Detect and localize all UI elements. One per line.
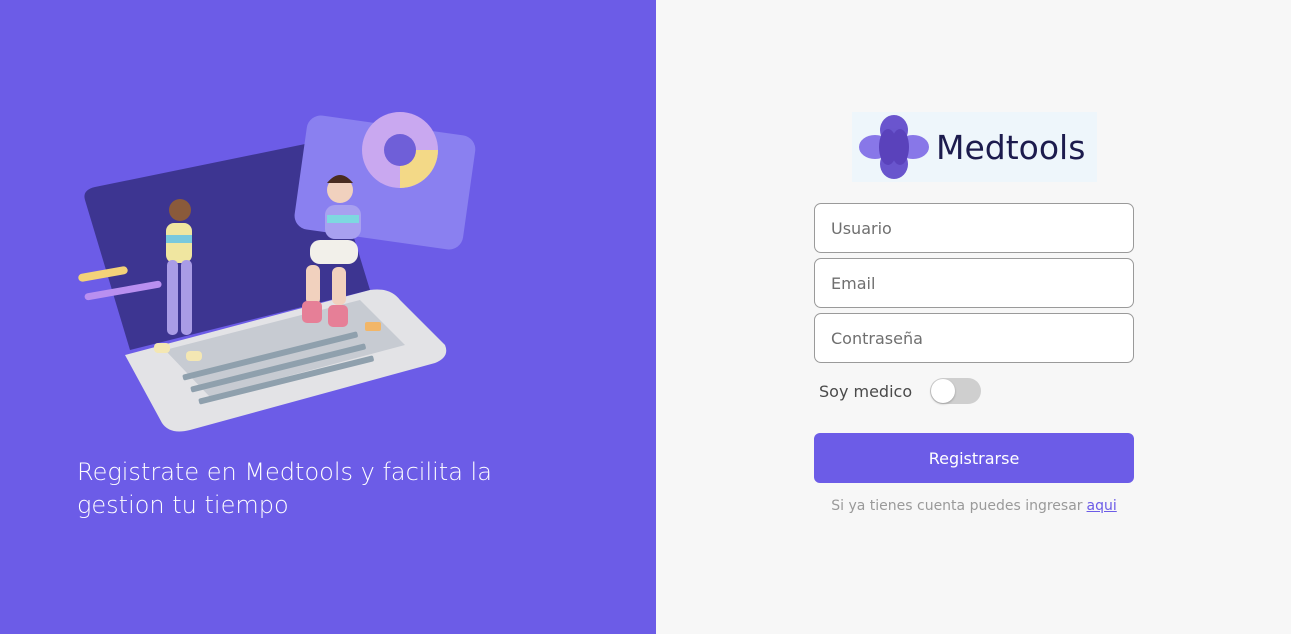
- toggle-knob: [931, 379, 956, 403]
- doctor-toggle-switch[interactable]: [930, 378, 982, 404]
- hero-panel: Registrate en Medtools y facilita la ges…: [0, 0, 656, 634]
- doctor-toggle-row: Soy medico: [819, 377, 982, 405]
- brand-name: Medtools: [936, 127, 1086, 167]
- login-prompt: Si ya tienes cuenta puedes ingresar aqui: [814, 498, 1134, 514]
- laptop-people-illustration: [78, 112, 476, 432]
- heart-flower-logo-icon: [859, 115, 929, 179]
- username-input[interactable]: [814, 203, 1134, 253]
- doctor-toggle-label: Soy medico: [819, 381, 913, 401]
- login-prompt-text: Si ya tienes cuenta puedes ingresar: [831, 498, 1083, 514]
- register-button[interactable]: Registrarse: [814, 433, 1134, 483]
- hero-tagline: Registrate en Medtools y facilita la ges…: [77, 458, 492, 519]
- password-input[interactable]: [814, 313, 1134, 363]
- brand-logo: Medtools: [852, 112, 1097, 182]
- email-input[interactable]: [814, 258, 1134, 308]
- login-link[interactable]: aqui: [1087, 498, 1117, 514]
